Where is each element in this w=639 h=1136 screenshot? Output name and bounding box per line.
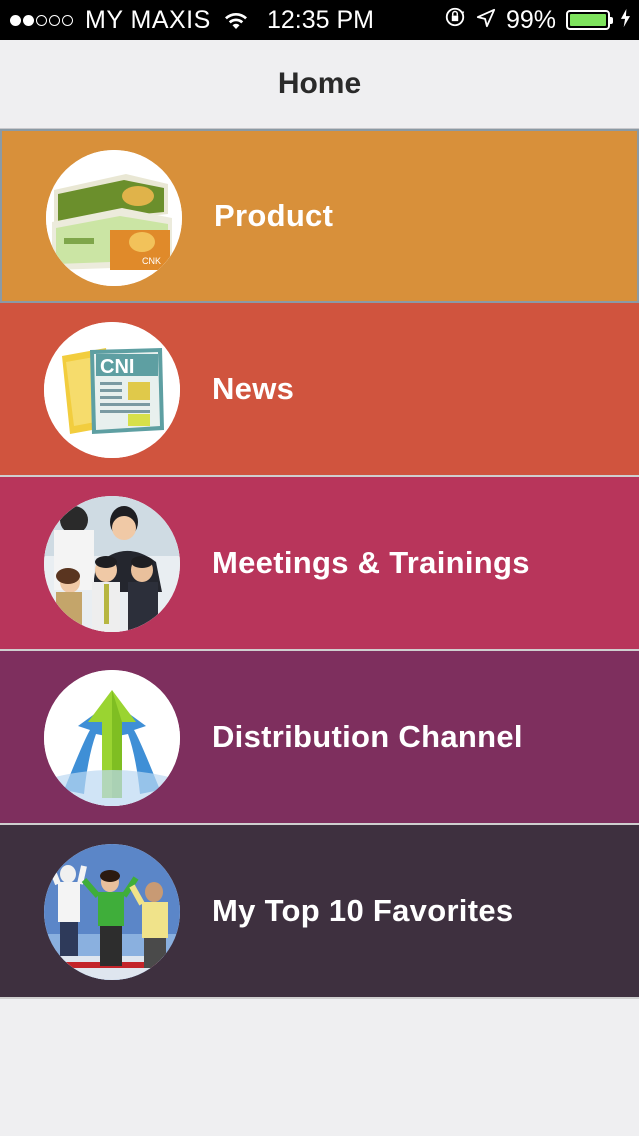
menu-item-news[interactable]: CNI News <box>0 303 639 477</box>
menu-item-meetings-trainings[interactable]: Meetings & Trainings <box>0 477 639 651</box>
menu-item-label: Meetings & Trainings <box>212 545 530 580</box>
status-right: 99% <box>444 0 631 40</box>
product-boxes-icon: CNK <box>46 150 182 286</box>
battery-percent: 99% <box>505 5 556 34</box>
menu-item-label: Product <box>214 198 334 233</box>
growth-arrows-icon <box>44 670 180 806</box>
rotation-lock-icon <box>444 6 466 35</box>
business-people-icon <box>44 496 180 632</box>
svg-text:CNK: CNK <box>142 256 161 266</box>
battery-icon <box>566 10 613 30</box>
menu-item-label: My Top 10 Favorites <box>212 893 514 928</box>
status-bar: MY MAXIS 12:35 PM 99% <box>0 0 639 40</box>
menu-list: CNK Product CNI News Meetings & Training… <box>0 129 639 999</box>
charging-bolt-icon <box>620 6 631 35</box>
menu-item-distribution-channel[interactable]: Distribution Channel <box>0 651 639 825</box>
menu-item-label: Distribution Channel <box>212 719 523 754</box>
menu-item-label: News <box>212 371 295 406</box>
menu-item-my-top-10-favorites[interactable]: My Top 10 Favorites <box>0 825 639 999</box>
location-arrow-icon <box>476 6 496 35</box>
jumping-people-icon <box>44 844 180 980</box>
menu-item-product[interactable]: CNK Product <box>0 129 639 303</box>
newspaper-icon: CNI <box>44 322 180 458</box>
navigation-bar: Home <box>0 40 639 129</box>
svg-text:CNI: CNI <box>100 356 134 378</box>
empty-bottom-area <box>0 1031 639 1136</box>
battery-fill <box>570 14 606 26</box>
page-title: Home <box>277 67 362 100</box>
clock: 12:35 PM <box>266 5 374 34</box>
